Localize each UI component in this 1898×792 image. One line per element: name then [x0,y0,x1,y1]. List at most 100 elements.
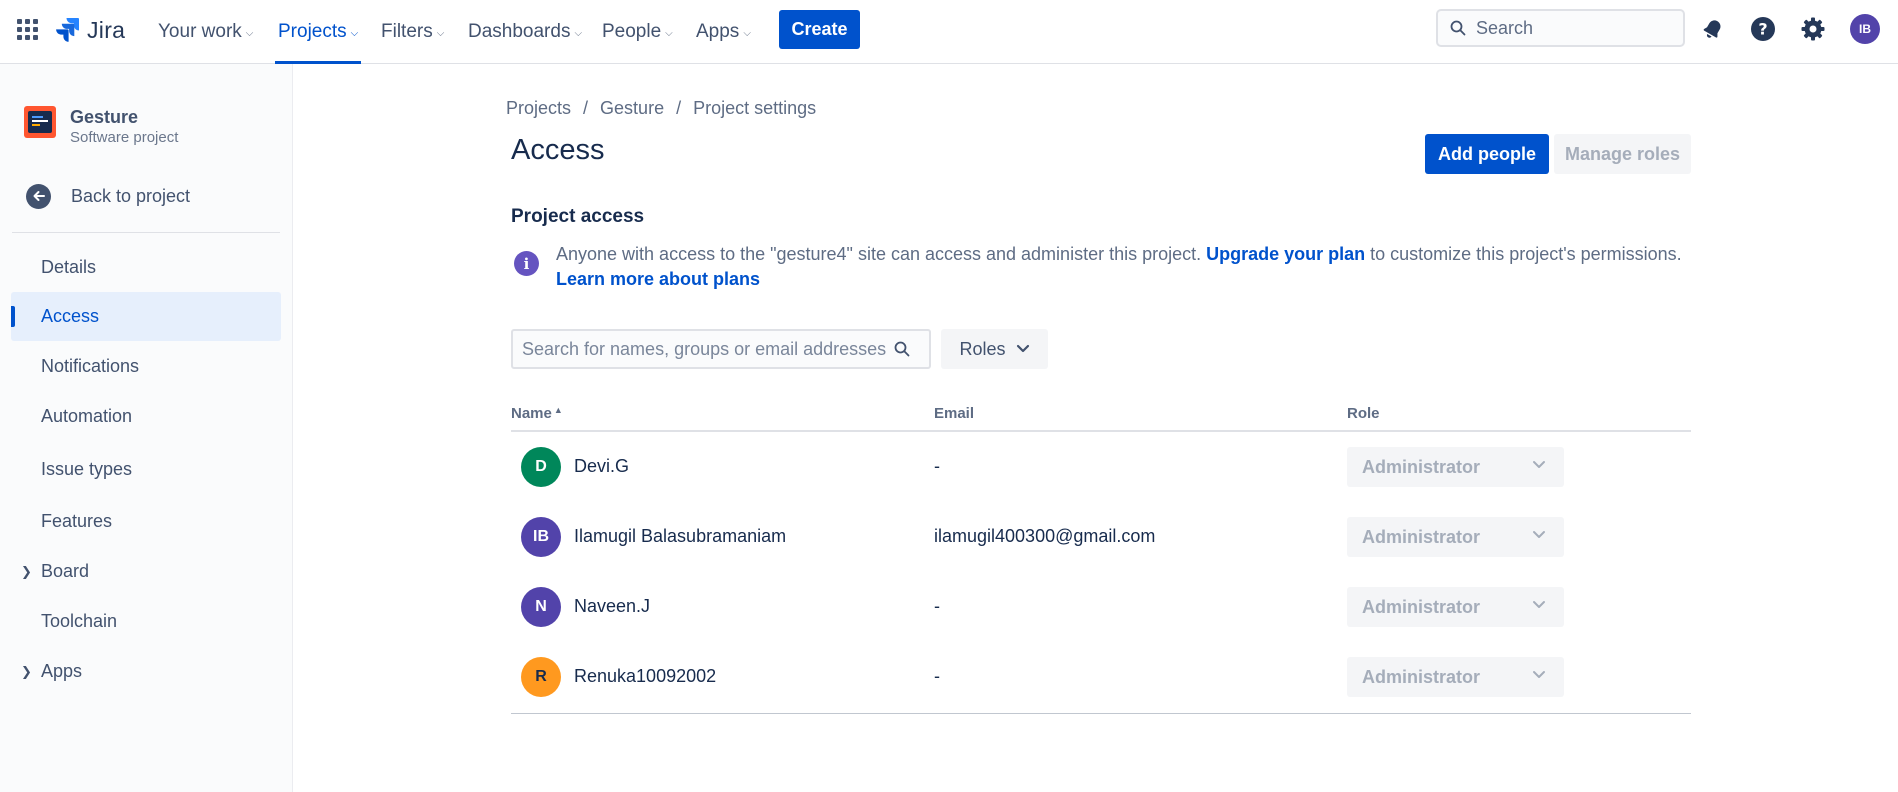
sidebar-item-toolchain[interactable]: Toolchain [11,597,281,646]
sidebar-item-apps[interactable]: ❯ Apps [11,647,281,696]
help-icon: ? [1751,17,1775,41]
global-search[interactable] [1436,9,1685,47]
info-text-before: Anyone with access to the "gesture4" sit… [556,244,1207,264]
role-select: Administrator [1347,517,1564,557]
info-text-after: to customize this project's permissions. [1365,244,1682,264]
sidebar-item-board[interactable]: ❯ Board [11,547,281,596]
global-search-input[interactable] [1474,16,1668,40]
member-name: Devi.G [574,456,630,476]
info-icon: i [514,251,539,276]
chevron-down-icon [1016,344,1029,353]
member-email: - [934,596,940,616]
people-search-field[interactable] [511,329,931,369]
sidebar-item-label: Issue types [41,459,133,479]
sidebar-item-automation[interactable]: Automation [11,392,281,441]
nav-your-work-label: Your work [158,21,242,42]
learn-more-plans-link[interactable]: Learn more about plans [556,269,760,289]
breadcrumb-project-settings[interactable]: Project settings [693,98,816,119]
arrow-left-icon [26,183,51,209]
avatar: N [521,587,561,627]
project-avatar-icon [24,106,56,138]
role-select: Administrator [1347,447,1564,487]
people-search-input[interactable] [520,337,894,361]
notifications-button[interactable] [1698,14,1728,44]
help-button[interactable]: ? [1748,14,1778,44]
breadcrumb-projects[interactable]: Projects [506,98,571,119]
column-header-name-label: Name [511,405,552,422]
back-to-project-link[interactable]: Back to project [12,176,278,216]
nav-apps[interactable]: Apps ⌵ [696,0,751,64]
nav-filters-label: Filters [381,21,433,42]
sidebar-item-details[interactable]: Details [11,243,281,292]
avatar: R [521,657,561,697]
chevron-right-icon: ❯ [21,663,32,679]
role-select-value: Administrator [1362,666,1481,687]
breadcrumb-gesture[interactable]: Gesture [600,98,664,119]
sort-ascending-icon: ▲ [553,405,563,415]
jira-logo-icon [56,18,79,42]
member-name: Naveen.J [574,596,651,616]
sidebar-item-label: Access [41,306,100,326]
role-select: Administrator [1347,657,1564,697]
table-bottom-divider [511,713,1691,714]
add-people-button[interactable]: Add people [1425,134,1549,174]
avatar: D [521,447,561,487]
column-header-email: Email [934,405,975,422]
page-title: Access [511,134,605,166]
chevron-down-icon: ⌵ [436,27,445,39]
column-header-role: Role [1347,405,1380,422]
settings-button[interactable] [1798,14,1828,44]
role-select-value: Administrator [1362,526,1481,547]
table-row: D Devi.G - Administrator [511,432,1691,502]
sidebar-item-label: Details [41,257,97,277]
sidebar-item-access[interactable]: Access [11,292,281,341]
breadcrumb: Projects / Gesture / Project settings [506,98,816,119]
nav-projects-label: Projects [278,21,347,42]
gear-icon [1801,17,1825,41]
project-name: Gesture [70,107,139,127]
jira-logo[interactable]: Jira [55,17,125,43]
sidebar-item-label: Apps [41,661,83,681]
nav-people[interactable]: People ⌵ [602,0,673,64]
member-name: Renuka10092002 [574,666,717,686]
nav-apps-label: Apps [696,21,740,42]
create-button[interactable]: Create [779,10,860,49]
project-header[interactable]: Gesture Software project [24,106,178,148]
nav-dashboards[interactable]: Dashboards ⌵ [468,0,582,64]
breadcrumb-separator: / [583,98,589,118]
user-avatar[interactable]: IB [1850,14,1880,44]
nav-filters[interactable]: Filters ⌵ [381,0,444,64]
nav-your-work[interactable]: Your work ⌵ [158,0,253,64]
sidebar-item-issue-types[interactable]: Issue types [11,445,281,494]
breadcrumb-separator: / [676,98,682,118]
sidebar-item-label: Board [41,561,90,581]
sidebar-item-label: Features [41,511,113,531]
project-type: Software project [70,129,179,146]
role-select-value: Administrator [1362,596,1481,617]
sidebar-divider [12,232,280,233]
roles-filter-label: Roles [959,338,1006,359]
roles-filter-button[interactable]: Roles [941,329,1048,369]
avatar: IB [521,517,561,557]
project-access-heading: Project access [511,206,645,227]
chevron-down-icon: ⌵ [743,27,751,39]
svg-text:?: ? [1758,20,1767,39]
role-select-value: Administrator [1362,456,1481,477]
app-switcher-icon[interactable] [17,19,39,41]
member-email: - [934,666,940,686]
role-select: Administrator [1347,587,1564,627]
chevron-down-icon: ⌵ [665,27,673,39]
project-sidebar: Gesture Software project Back to project… [0,64,293,792]
upgrade-plan-link[interactable]: Upgrade your plan [1206,244,1365,264]
sidebar-item-notifications[interactable]: Notifications [11,342,281,391]
sidebar-item-label: Toolchain [41,611,118,631]
top-navigation: Jira Your work ⌵ Projects ⌵ Filters ⌵ Da… [0,0,1898,64]
manage-roles-button: Manage roles [1554,134,1691,174]
nav-projects[interactable]: Projects ⌵ [274,0,362,64]
search-icon [894,341,910,357]
nav-dashboards-label: Dashboards [468,21,571,42]
search-icon [1450,20,1466,36]
sidebar-item-features[interactable]: Features [11,497,281,546]
chevron-down-icon: ⌵ [350,27,359,39]
column-header-name[interactable]: Name ▲ [511,405,563,422]
